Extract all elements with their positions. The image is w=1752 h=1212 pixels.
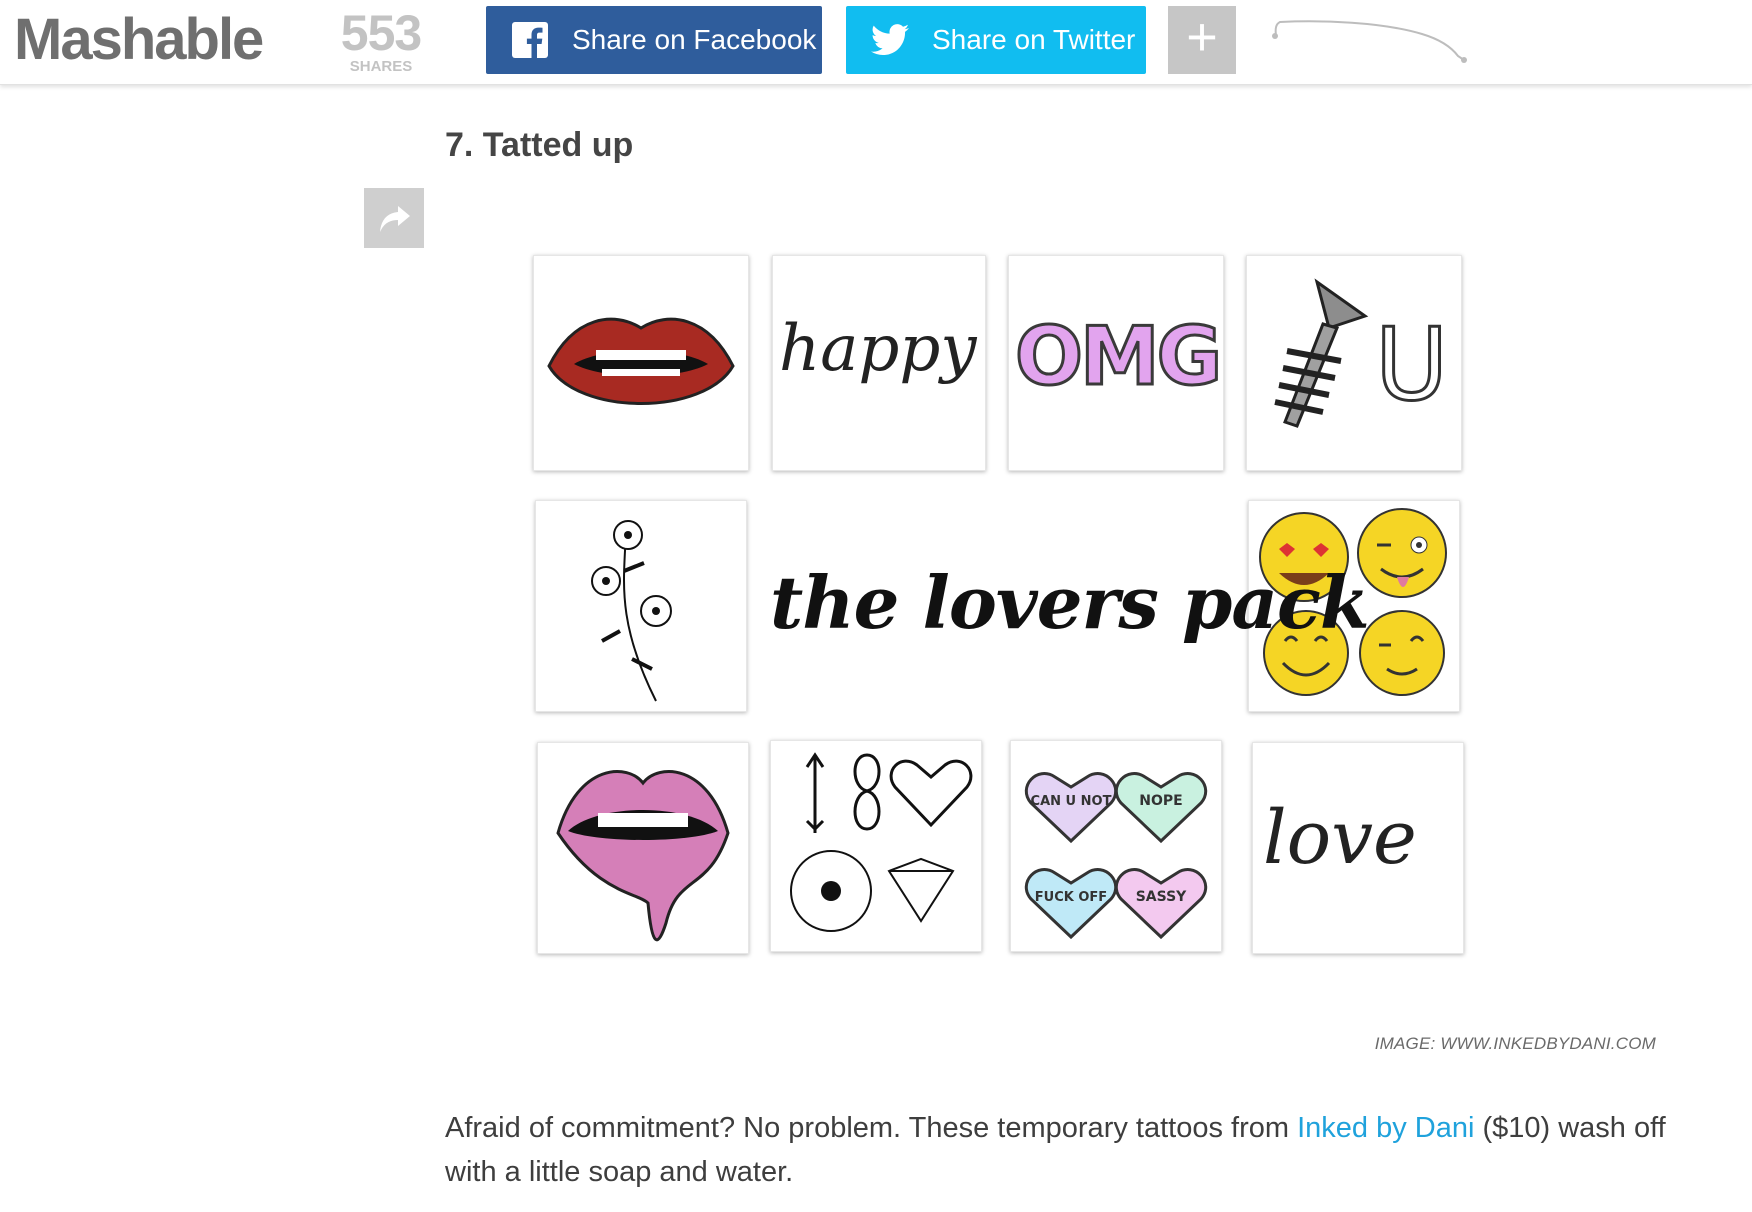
u-letter: U — [1373, 305, 1449, 425]
site-logo[interactable]: Mashable — [14, 6, 264, 73]
heart-label-1: CAN U NOT — [1031, 794, 1112, 809]
happy-script: happy — [779, 312, 977, 386]
arrow-heart-diamond-icon — [790, 752, 973, 932]
share-twitter-button[interactable]: Share on Twitter — [846, 6, 1146, 74]
heart-label-3: FUCK OFF — [1035, 890, 1107, 905]
share-count-number: 553 — [340, 5, 422, 61]
top-share-bar: Mashable 553 SHARES Share on Facebook Sh… — [0, 0, 1752, 85]
flower-stem-icon — [591, 520, 672, 702]
lips-icon — [547, 317, 735, 405]
omg-text: OMG — [1013, 309, 1223, 405]
share-count: 553 SHARES — [333, 6, 429, 74]
tile-love: love — [1252, 742, 1464, 954]
tile-red-lips — [533, 255, 749, 471]
doodle-line — [1272, 20, 1467, 63]
share-arrow-icon — [380, 206, 410, 232]
facebook-icon — [510, 20, 550, 60]
tile-happy: happy — [772, 255, 986, 471]
article-heading: 7. Tatted up — [445, 126, 634, 164]
article-paragraph: Afraid of commitment? No problem. These … — [445, 1106, 1685, 1194]
glitter-lips-icon — [556, 770, 730, 942]
tile-arrow-heart-diamond — [770, 740, 982, 952]
image-credit: IMAGE: WWW.INKEDBYDANI.COM — [1374, 1034, 1656, 1053]
share-facebook-button[interactable]: Share on Facebook — [486, 6, 822, 74]
screw-icon — [1274, 278, 1369, 428]
paragraph-text-1: Afraid of commitment? No problem. These … — [445, 1112, 1298, 1144]
lovers-pack-title: the lovers pack — [770, 560, 1370, 645]
tile-screw-u: U — [1246, 255, 1462, 471]
love-script: love — [1263, 795, 1417, 881]
more-share-button[interactable]: + — [1168, 6, 1236, 74]
heart-label-2: NOPE — [1139, 793, 1182, 809]
heart-label-4: SASSY — [1136, 889, 1187, 905]
candy-hearts-icon: CAN U NOT NOPE FUCK OFF SASSY — [1024, 772, 1208, 940]
twitter-icon — [870, 20, 910, 60]
share-facebook-label: Share on Facebook — [572, 24, 817, 55]
tile-candy-hearts: CAN U NOT NOPE FUCK OFF SASSY — [1010, 740, 1222, 952]
share-count-label: SHARES — [349, 58, 413, 75]
tile-omg: OMG — [1008, 255, 1224, 471]
tile-flowers — [535, 500, 747, 712]
inline-share-button[interactable] — [364, 188, 424, 248]
tile-glitter-lips — [537, 742, 749, 954]
share-twitter-label: Share on Twitter — [932, 24, 1136, 55]
plus-icon: + — [1186, 7, 1218, 67]
inked-by-dani-link[interactable]: Inked by Dani — [1297, 1112, 1474, 1144]
